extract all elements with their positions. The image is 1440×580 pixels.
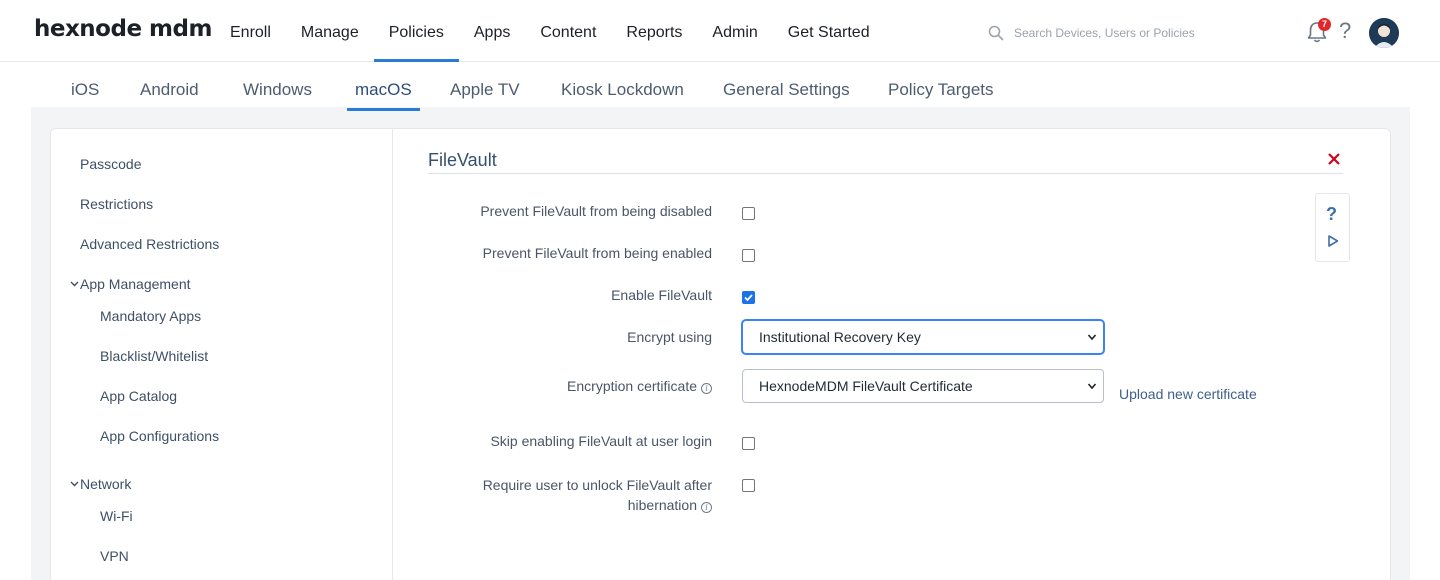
notification-count-badge: 7 <box>1318 18 1331 31</box>
notifications-button[interactable]: 7 <box>1306 18 1331 44</box>
remove-section-button[interactable] <box>1326 151 1342 167</box>
section-title: FileVault <box>428 150 497 170</box>
section-divider <box>428 173 1343 174</box>
tab-windows[interactable]: Windows <box>243 80 312 100</box>
top-navigation-bar: hexnode mdm Enroll Manage Policies Apps … <box>0 0 1440 62</box>
prevent-disable-checkbox[interactable] <box>742 207 755 220</box>
chevron-down-icon <box>70 481 79 487</box>
nav-policies[interactable]: Policies <box>373 0 460 62</box>
sidebar-group-label: App Management <box>80 276 191 292</box>
prevent-enable-label: Prevent FileVault from being enabled <box>482 245 712 261</box>
encrypt-using-value: Institutional Recovery Key <box>759 329 921 345</box>
hexnode-logo[interactable]: hexnode mdm <box>34 16 212 42</box>
nav-enroll[interactable]: Enroll <box>215 0 286 62</box>
sidebar-item-passcode[interactable]: Passcode <box>80 156 141 172</box>
nav-get-started[interactable]: Get Started <box>773 0 885 62</box>
sidebar-group-app-management[interactable]: App Management <box>69 276 191 292</box>
search-input[interactable] <box>1014 26 1264 40</box>
main-nav: Enroll Manage Policies Apps Content Repo… <box>215 0 885 62</box>
nav-manage[interactable]: Manage <box>286 0 374 62</box>
info-icon[interactable]: i <box>701 383 712 394</box>
search-icon <box>988 25 1004 41</box>
sidebar-item-blacklist-whitelist[interactable]: Blacklist/Whitelist <box>100 348 208 364</box>
encrypt-using-label: Encrypt using <box>627 329 712 345</box>
help-question-button[interactable]: ? <box>1326 204 1337 225</box>
sidebar-item-vpn[interactable]: VPN <box>100 548 129 564</box>
sidebar-item-advanced-restrictions[interactable]: Advanced Restrictions <box>80 236 219 252</box>
skip-at-login-checkbox[interactable] <box>742 437 755 450</box>
encryption-certificate-label: Encryption certificate i <box>567 378 712 394</box>
checkmark-icon <box>744 294 753 302</box>
tab-macos[interactable]: macOS <box>347 80 420 111</box>
sidebar-group-label: Network <box>80 476 132 492</box>
tab-general-settings[interactable]: General Settings <box>723 80 850 100</box>
nav-admin[interactable]: Admin <box>697 0 772 62</box>
skip-at-login-label: Skip enabling FileVault at user login <box>490 433 712 449</box>
nav-apps[interactable]: Apps <box>459 0 525 62</box>
user-avatar[interactable] <box>1369 18 1399 48</box>
chevron-down-icon <box>70 281 79 287</box>
prevent-disable-label: Prevent FileVault from being disabled <box>480 203 712 219</box>
upload-certificate-link[interactable]: Upload new certificate <box>1119 386 1257 402</box>
encryption-certificate-select[interactable]: HexnodeMDM FileVault Certificate <box>742 369 1104 403</box>
sidebar-item-wifi[interactable]: Wi-Fi <box>100 508 133 524</box>
require-unlock-line2: hibernation <box>627 497 697 513</box>
encryption-certificate-value: HexnodeMDM FileVault Certificate <box>759 378 973 394</box>
nav-content[interactable]: Content <box>525 0 611 62</box>
tab-kiosk-lockdown[interactable]: Kiosk Lockdown <box>561 80 684 100</box>
platform-tabs: iOS Android Windows macOS Apple TV Kiosk… <box>31 62 1410 111</box>
tab-apple-tv[interactable]: Apple TV <box>450 80 520 100</box>
require-unlock-line1: Require user to unlock FileVault after <box>482 477 712 493</box>
play-icon[interactable] <box>1326 234 1340 248</box>
floating-help-panel: ? <box>1315 193 1350 262</box>
chevron-down-icon <box>1087 334 1097 341</box>
help-button[interactable]: ? <box>1339 18 1351 44</box>
user-icon <box>1369 18 1399 48</box>
require-unlock-checkbox[interactable] <box>742 479 755 492</box>
sidebar-item-restrictions[interactable]: Restrictions <box>80 196 153 212</box>
info-icon[interactable]: i <box>701 502 712 513</box>
nav-reports[interactable]: Reports <box>611 0 697 62</box>
encryption-certificate-text: Encryption certificate <box>567 378 697 394</box>
sidebar-group-network[interactable]: Network <box>69 476 131 492</box>
chevron-down-icon <box>1087 383 1097 390</box>
sidebar-item-mandatory-apps[interactable]: Mandatory Apps <box>100 308 201 324</box>
global-search <box>988 22 1278 44</box>
tab-ios[interactable]: iOS <box>71 80 99 100</box>
close-icon <box>1328 153 1340 165</box>
prevent-enable-checkbox[interactable] <box>742 249 755 262</box>
require-unlock-label: Require user to unlock FileVault after h… <box>483 475 712 515</box>
sidebar-item-app-configurations[interactable]: App Configurations <box>100 428 219 444</box>
tab-android[interactable]: Android <box>140 80 199 100</box>
enable-filevault-label: Enable FileVault <box>611 287 712 303</box>
encrypt-using-select[interactable]: Institutional Recovery Key <box>742 320 1104 354</box>
tab-policy-targets[interactable]: Policy Targets <box>888 80 994 100</box>
enable-filevault-checkbox[interactable] <box>742 291 755 304</box>
sidebar-item-app-catalog[interactable]: App Catalog <box>100 388 177 404</box>
require-unlock-line2-wrap: hibernation i <box>483 495 712 515</box>
